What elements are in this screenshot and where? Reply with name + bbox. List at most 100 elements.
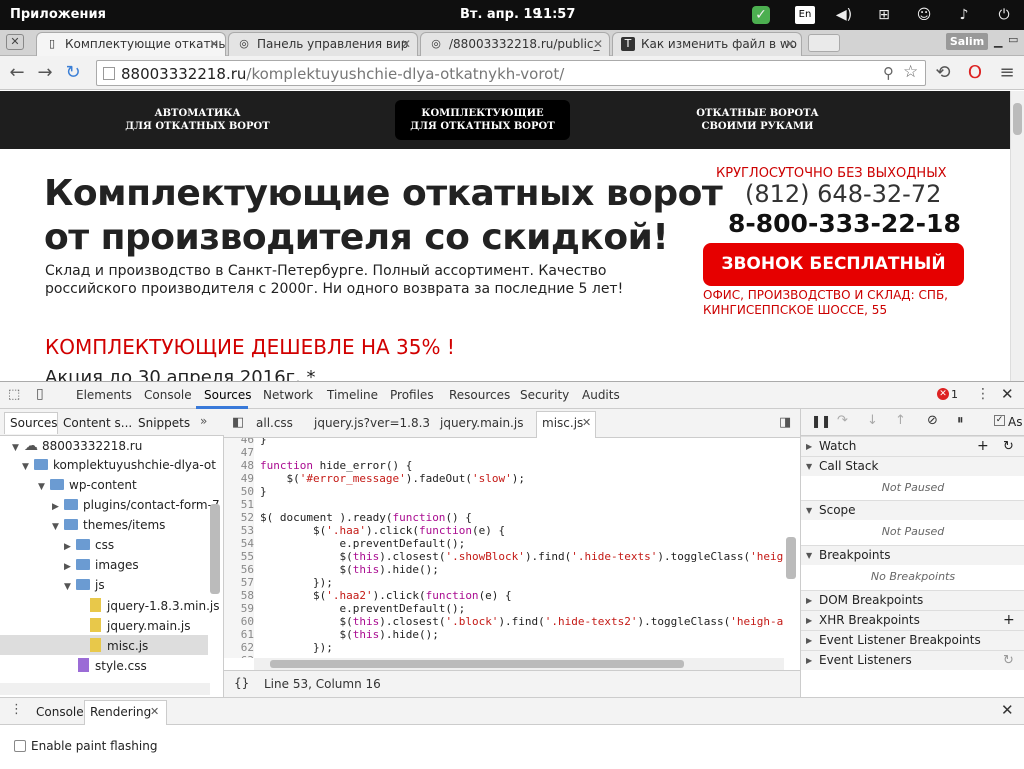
reload-icon[interactable]: ↻ bbox=[62, 62, 84, 84]
tab-close-icon[interactable]: ✕ bbox=[785, 33, 795, 55]
pause-icon[interactable]: ❚❚ bbox=[811, 414, 831, 428]
apps-menu[interactable]: Приложения bbox=[10, 7, 106, 22]
profile-button[interactable]: Salim bbox=[946, 33, 988, 50]
tab-network[interactable]: Network bbox=[263, 388, 313, 402]
tree-domain[interactable]: ▼ ☁ 88003332218.ru bbox=[12, 438, 142, 454]
back-arrow-icon[interactable]: ← bbox=[6, 62, 28, 84]
nav-tab-content-scripts[interactable]: Content s... bbox=[63, 416, 132, 430]
phone-local[interactable]: (812) 648-32-72 bbox=[745, 180, 941, 208]
free-call-button[interactable]: ЗВОНОК БЕСПЛАТНЫЙ bbox=[703, 243, 964, 286]
navigator-hscrollbar[interactable] bbox=[0, 683, 210, 695]
page-scrollbar-thumb[interactable] bbox=[1013, 103, 1022, 135]
file-tab-misc-js[interactable]: misc.js bbox=[542, 416, 583, 430]
deactivate-breakpoints-icon[interactable]: ⊘ bbox=[927, 413, 938, 428]
keyboard-layout-indicator[interactable]: En bbox=[795, 6, 815, 24]
tree-css[interactable]: ▶ css bbox=[64, 538, 114, 552]
page-scrollbar[interactable] bbox=[1010, 91, 1024, 381]
dom-breakpoints-section[interactable]: ▶ DOM Breakpoints bbox=[801, 590, 1024, 610]
editor-scrollbar-thumb[interactable] bbox=[786, 537, 796, 579]
tree-style-css[interactable]: style.css bbox=[78, 658, 147, 673]
forward-arrow-icon[interactable]: → bbox=[34, 62, 56, 84]
close-window-icon[interactable]: ✕ bbox=[6, 34, 24, 50]
error-count[interactable]: 1 bbox=[951, 388, 958, 401]
inspect-element-icon[interactable]: ⬚ bbox=[8, 387, 20, 402]
paint-flashing-checkbox[interactable] bbox=[14, 740, 26, 752]
check-icon[interactable]: ✓ bbox=[752, 6, 770, 24]
tree-contact-form[interactable]: ▶ plugins/contact-form-7 bbox=[52, 498, 220, 512]
step-into-icon[interactable]: ↓ bbox=[867, 413, 878, 428]
volume-icon[interactable]: ◀) bbox=[835, 6, 853, 24]
file-tab-jquery-main[interactable]: jquery.main.js bbox=[440, 416, 523, 430]
tree-themes[interactable]: ▼ themes/items bbox=[52, 518, 165, 532]
tree-jquery-main[interactable]: jquery.main.js bbox=[90, 618, 190, 633]
async-checkbox[interactable]: ✓ bbox=[994, 415, 1005, 426]
pretty-print-icon[interactable]: {} bbox=[234, 676, 249, 690]
close-devtools-icon[interactable]: ✕ bbox=[1001, 385, 1014, 403]
close-file-tab-icon[interactable]: ✕ bbox=[582, 416, 591, 429]
nav-diy-gates[interactable]: ОТКАТНЫЕ ВОРОТА СВОИМИ РУКАМИ bbox=[670, 107, 845, 133]
scope-section[interactable]: ▼ Scope bbox=[801, 500, 1024, 520]
refresh-icon[interactable]: ↻ bbox=[1003, 437, 1014, 456]
tree-jquery-min[interactable]: jquery-1.8.3.min.js bbox=[90, 598, 219, 613]
file-tab-jquery[interactable]: jquery.js?ver=1.8.3 bbox=[314, 416, 430, 430]
nav-tab-sources[interactable]: Sources bbox=[10, 416, 57, 430]
tree-images[interactable]: ▶ images bbox=[64, 558, 139, 572]
tree-misc-js[interactable]: misc.js bbox=[90, 638, 148, 653]
sync-icon[interactable]: ⟲ bbox=[932, 62, 954, 84]
step-over-icon[interactable]: ↷ bbox=[837, 413, 848, 428]
toggle-navigator-icon[interactable]: ◧ bbox=[232, 415, 244, 430]
file-tab-all-css[interactable]: all.css bbox=[256, 416, 293, 430]
toggle-debugger-icon[interactable]: ◨ bbox=[779, 415, 791, 430]
new-tab-button[interactable] bbox=[808, 34, 840, 52]
nav-components[interactable]: КОМПЛЕКТУЮЩИЕ ДЛЯ ОТКАТНЫХ ВОРОТ bbox=[395, 100, 570, 140]
tab-elements[interactable]: Elements bbox=[76, 388, 132, 402]
notification-bell-icon[interactable]: ♪ bbox=[955, 6, 973, 24]
opera-icon[interactable]: O bbox=[964, 62, 986, 84]
step-out-icon[interactable]: ↑ bbox=[895, 413, 906, 428]
event-listener-breakpoints-section[interactable]: ▶ Event Listener Breakpoints bbox=[801, 630, 1024, 650]
phone-free[interactable]: 8-800-333-22-18 bbox=[728, 209, 961, 238]
add-watch-icon[interactable]: + bbox=[977, 437, 989, 456]
network-icon[interactable]: ⊞ bbox=[875, 6, 893, 24]
tab-public-folder[interactable]: ◎ /88003332218.ru/public_ ✕ bbox=[420, 32, 610, 56]
tab-close-icon[interactable]: ✕ bbox=[209, 33, 219, 55]
drawer-tab-console[interactable]: Console bbox=[36, 705, 84, 719]
editor-hscrollbar[interactable] bbox=[254, 658, 784, 670]
tab-sources[interactable]: Sources bbox=[204, 388, 251, 402]
tab-close-icon[interactable]: ✕ bbox=[593, 33, 603, 55]
nav-tab-snippets[interactable]: Snippets bbox=[138, 416, 190, 430]
more-nav-tabs-icon[interactable]: » bbox=[200, 414, 207, 428]
drawer-menu-icon[interactable]: ⋮ bbox=[10, 702, 23, 717]
tab-console[interactable]: Console bbox=[144, 388, 192, 402]
breakpoints-section[interactable]: ▼ Breakpoints bbox=[801, 545, 1024, 565]
code-area[interactable]: 46} 47 48 function hide_error() { 49 $('#… bbox=[224, 438, 800, 658]
close-drawer-icon[interactable]: ✕ bbox=[1001, 701, 1014, 719]
xhr-breakpoints-section[interactable]: ▶ XHR Breakpoints + bbox=[801, 610, 1024, 630]
tree-page-folder[interactable]: ▼ komplektuyushchie-dlya-ot bbox=[22, 458, 216, 472]
minimize-icon[interactable]: ▁ bbox=[994, 35, 1002, 48]
nav-automation[interactable]: АВТОМАТИКА ДЛЯ ОТКАТНЫХ ВОРОТ bbox=[110, 107, 285, 133]
tab-control-panel[interactable]: ◎ Панель управления вир ✕ bbox=[228, 32, 418, 56]
tree-js[interactable]: ▼ js bbox=[64, 578, 105, 592]
accessibility-icon[interactable]: ☺ bbox=[915, 6, 933, 24]
editor-hscrollbar-thumb[interactable] bbox=[270, 660, 684, 668]
power-icon[interactable]: ⏻ bbox=[995, 6, 1013, 24]
more-options-icon[interactable]: ⋮ bbox=[976, 386, 990, 402]
device-mode-icon[interactable]: ▯ bbox=[36, 386, 44, 402]
drawer-tab-rendering[interactable]: Rendering bbox=[90, 705, 151, 719]
add-xhr-breakpoint-icon[interactable]: + bbox=[1003, 611, 1015, 630]
watch-section[interactable]: ▶ Watch + ↻ bbox=[801, 436, 1024, 456]
refresh-icon[interactable]: ↻ bbox=[1003, 651, 1014, 670]
date-label[interactable]: Вт. апр. 19 bbox=[460, 7, 542, 22]
close-drawer-tab-icon[interactable]: ✕ bbox=[150, 705, 159, 718]
clock[interactable]: 11:57 bbox=[534, 7, 575, 22]
menu-icon[interactable]: ≡ bbox=[996, 62, 1018, 84]
tab-profiles[interactable]: Profiles bbox=[390, 388, 434, 402]
tree-wp-content[interactable]: ▼ wp-content bbox=[38, 478, 137, 492]
address-bar[interactable]: 88003332218.ru/komplektuyushchie-dlya-ot… bbox=[96, 60, 926, 86]
error-icon[interactable]: ✕ bbox=[937, 388, 949, 400]
tab-komplektuyushchie[interactable]: ▯ Комплектующие откатные ✕ bbox=[36, 32, 226, 56]
tab-audits[interactable]: Audits bbox=[582, 388, 620, 402]
bookmark-star-icon[interactable]: ☆ bbox=[903, 62, 918, 82]
pause-on-exceptions-icon[interactable]: ⏸ bbox=[957, 413, 964, 428]
